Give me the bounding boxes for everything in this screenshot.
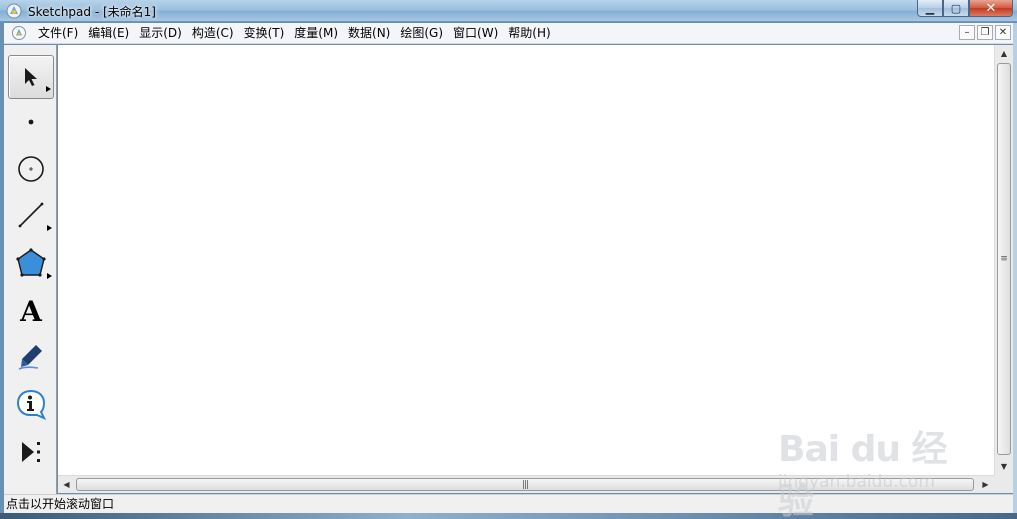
- custom-tool-icon: [22, 442, 40, 462]
- sketch-canvas[interactable]: [58, 45, 994, 475]
- pentagon-icon: [16, 248, 46, 277]
- info-icon: [16, 389, 47, 420]
- toolbox: A: [4, 45, 57, 494]
- vertical-scroll-thumb[interactable]: ≡: [997, 63, 1011, 455]
- scroll-left-button[interactable]: ◀: [58, 476, 75, 493]
- window-frame-edge: [1013, 23, 1017, 519]
- status-text: 点击以开始滚动窗口: [6, 497, 115, 511]
- compass-circle-icon: [18, 156, 44, 182]
- menu-file[interactable]: 文件(F): [33, 24, 83, 43]
- menu-transform[interactable]: 变换(T): [239, 24, 290, 43]
- tool-submenu-indicator: [46, 86, 51, 92]
- scrollbar-corner: [994, 475, 1013, 493]
- compass-tool[interactable]: [8, 147, 54, 191]
- selection-arrow-tool[interactable]: [8, 55, 54, 99]
- doc-close-button[interactable]: ✕: [995, 25, 1011, 40]
- point-tool[interactable]: [8, 100, 54, 144]
- tool-submenu-indicator: [47, 225, 52, 231]
- text-icon: A: [20, 294, 42, 328]
- information-tool[interactable]: [8, 382, 54, 426]
- tool-submenu-indicator: [47, 273, 52, 279]
- polygon-tool[interactable]: [8, 241, 54, 285]
- status-bar: 点击以开始滚动窗口: [4, 494, 1013, 513]
- menu-bar: 文件(F) 编辑(E) 显示(D) 构造(C) 变换(T) 度量(M) 数据(N…: [4, 23, 1013, 44]
- menu-window[interactable]: 窗口(W): [448, 24, 503, 43]
- window-title: Sketchpad - [未命名1]: [28, 5, 156, 19]
- document-window-controls: – ❐ ✕: [959, 25, 1011, 40]
- close-button[interactable]: ✕: [969, 0, 1013, 17]
- scroll-down-button[interactable]: ▼: [995, 458, 1013, 475]
- marker-tool[interactable]: [8, 335, 54, 379]
- title-bar[interactable]: Sketchpad - [未命名1] ▁ ▢ ✕: [0, 0, 1017, 22]
- menu-edit[interactable]: 编辑(E): [83, 24, 134, 43]
- menu-display[interactable]: 显示(D): [134, 24, 187, 43]
- horizontal-scrollbar[interactable]: ◀ ||| ▶: [58, 475, 994, 493]
- scroll-up-button[interactable]: ▲: [995, 45, 1013, 62]
- doc-restore-button[interactable]: ❐: [977, 25, 993, 40]
- menu-construct[interactable]: 构造(C): [187, 24, 239, 43]
- sketchpad-app-icon: [6, 3, 22, 19]
- menu-help[interactable]: 帮助(H): [503, 24, 555, 43]
- point-icon: [28, 119, 34, 125]
- vertical-scrollbar[interactable]: ▲ ≡ ▼: [994, 45, 1013, 475]
- menu-graph[interactable]: 绘图(G): [395, 24, 448, 43]
- minimize-button[interactable]: ▁: [917, 0, 943, 17]
- doc-minimize-button[interactable]: –: [959, 25, 975, 40]
- maximize-button[interactable]: ▢: [943, 0, 969, 17]
- horizontal-scroll-thumb[interactable]: |||: [76, 478, 974, 491]
- scroll-right-button[interactable]: ▶: [977, 476, 994, 493]
- text-tool[interactable]: A: [8, 289, 54, 333]
- menu-data[interactable]: 数据(N): [343, 24, 395, 43]
- arrow-select-icon: [25, 68, 37, 86]
- document-icon[interactable]: [11, 25, 27, 41]
- line-segment-icon: [18, 202, 44, 228]
- menu-measure[interactable]: 度量(M): [289, 24, 343, 43]
- window-controls: ▁ ▢ ✕: [917, 0, 1013, 18]
- straightedge-tool[interactable]: [8, 193, 54, 237]
- custom-tools[interactable]: [8, 430, 54, 474]
- desktop-taskbar-strip: [0, 513, 1017, 519]
- marker-pen-icon: [18, 345, 42, 370]
